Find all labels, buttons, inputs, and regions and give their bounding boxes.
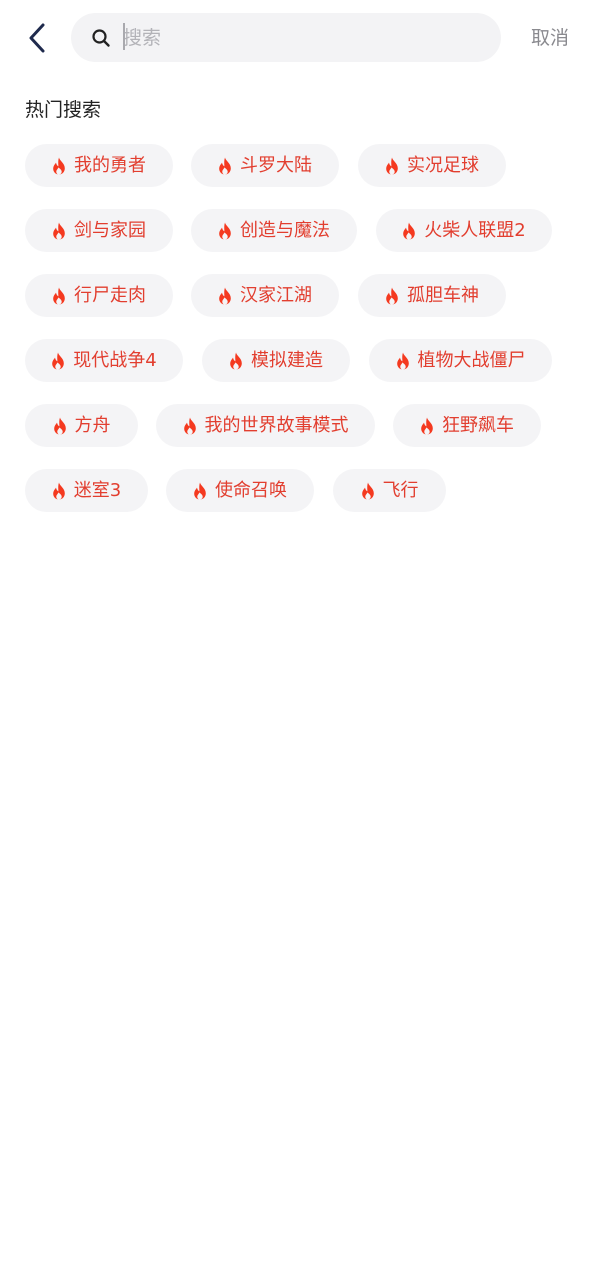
tag-label: 孤胆车神 — [407, 284, 479, 306]
back-button[interactable] — [20, 18, 54, 58]
fire-icon — [421, 417, 433, 434]
tag-label: 行尸走肉 — [74, 284, 146, 306]
search-page: 取消 热门搜索 我的勇者 斗罗大陆 实况足球 剑与家园 创造与魔法 火柴人联盟2 — [0, 0, 594, 1280]
tag-label: 实况足球 — [407, 154, 479, 176]
tag-label: 迷室3 — [73, 479, 122, 501]
hot-search-tag[interactable]: 飞行 — [333, 469, 446, 512]
fire-icon — [52, 352, 65, 369]
hot-search-tag[interactable]: 汉家江湖 — [191, 274, 339, 317]
tag-label: 我的勇者 — [74, 154, 146, 176]
hot-search-tag[interactable]: 模拟建造 — [202, 339, 350, 382]
cancel-button[interactable]: 取消 — [522, 23, 578, 53]
fire-icon — [361, 482, 374, 499]
hot-search-title: 热门搜索 — [25, 99, 102, 121]
fire-icon — [194, 482, 206, 499]
hot-search-tag[interactable]: 创造与魔法 — [191, 209, 357, 252]
hot-search-tag[interactable]: 我的勇者 — [25, 144, 173, 187]
search-icon — [92, 29, 110, 47]
fire-icon — [219, 157, 231, 174]
tag-label: 狂野飙车 — [442, 414, 514, 436]
fire-icon — [183, 417, 196, 434]
tag-label: 方舟 — [74, 414, 111, 436]
tag-label: 植物大战僵尸 — [417, 349, 526, 371]
tag-label: 汉家江湖 — [240, 284, 312, 306]
hot-search-tag[interactable]: 火柴人联盟2 — [376, 209, 552, 252]
search-bar[interactable] — [71, 13, 501, 62]
tag-label: 现代战争4 — [73, 349, 157, 371]
search-input[interactable] — [123, 22, 483, 54]
tag-label: 创造与魔法 — [240, 219, 330, 241]
fire-icon — [403, 222, 416, 239]
fire-icon — [52, 482, 65, 499]
fire-icon — [53, 222, 65, 239]
hot-search-tag[interactable]: 现代战争4 — [25, 339, 183, 382]
tag-label: 斗罗大陆 — [240, 154, 312, 176]
fire-icon — [53, 287, 65, 304]
hot-search-tag[interactable]: 方舟 — [25, 404, 138, 447]
fire-icon — [219, 222, 231, 239]
tag-label: 模拟建造 — [251, 349, 323, 371]
hot-search-tag[interactable]: 实况足球 — [358, 144, 506, 187]
hot-search-tag[interactable]: 狂野飙车 — [393, 404, 541, 447]
fire-icon — [386, 287, 398, 304]
text-cursor — [123, 23, 125, 50]
fire-icon — [219, 287, 231, 304]
fire-icon — [386, 157, 398, 174]
fire-icon — [230, 352, 242, 369]
tag-label: 我的世界故事模式 — [204, 414, 349, 436]
fire-icon — [53, 417, 66, 434]
hot-search-tag[interactable]: 植物大战僵尸 — [369, 339, 552, 382]
hot-search-tag[interactable]: 使命召唤 — [166, 469, 314, 512]
hot-search-tag[interactable]: 行尸走肉 — [25, 274, 173, 317]
tag-label: 使命召唤 — [215, 479, 287, 501]
hot-search-tag[interactable]: 斗罗大陆 — [191, 144, 339, 187]
fire-icon — [53, 157, 65, 174]
hot-search-tag[interactable]: 迷室3 — [25, 469, 148, 512]
fire-icon — [396, 352, 409, 369]
hot-search-tags: 我的勇者 斗罗大陆 实况足球 剑与家园 创造与魔法 火柴人联盟2 行尸走肉 汉家… — [25, 144, 565, 524]
tag-label: 剑与家园 — [74, 219, 146, 241]
hot-search-tag[interactable]: 我的世界故事模式 — [156, 404, 375, 447]
hot-search-tag[interactable]: 剑与家园 — [25, 209, 173, 252]
search-header: 取消 — [0, 0, 594, 76]
tag-label: 火柴人联盟2 — [424, 219, 526, 241]
tag-label: 飞行 — [382, 479, 419, 501]
chevron-left-icon — [29, 23, 45, 53]
hot-search-tag[interactable]: 孤胆车神 — [358, 274, 506, 317]
